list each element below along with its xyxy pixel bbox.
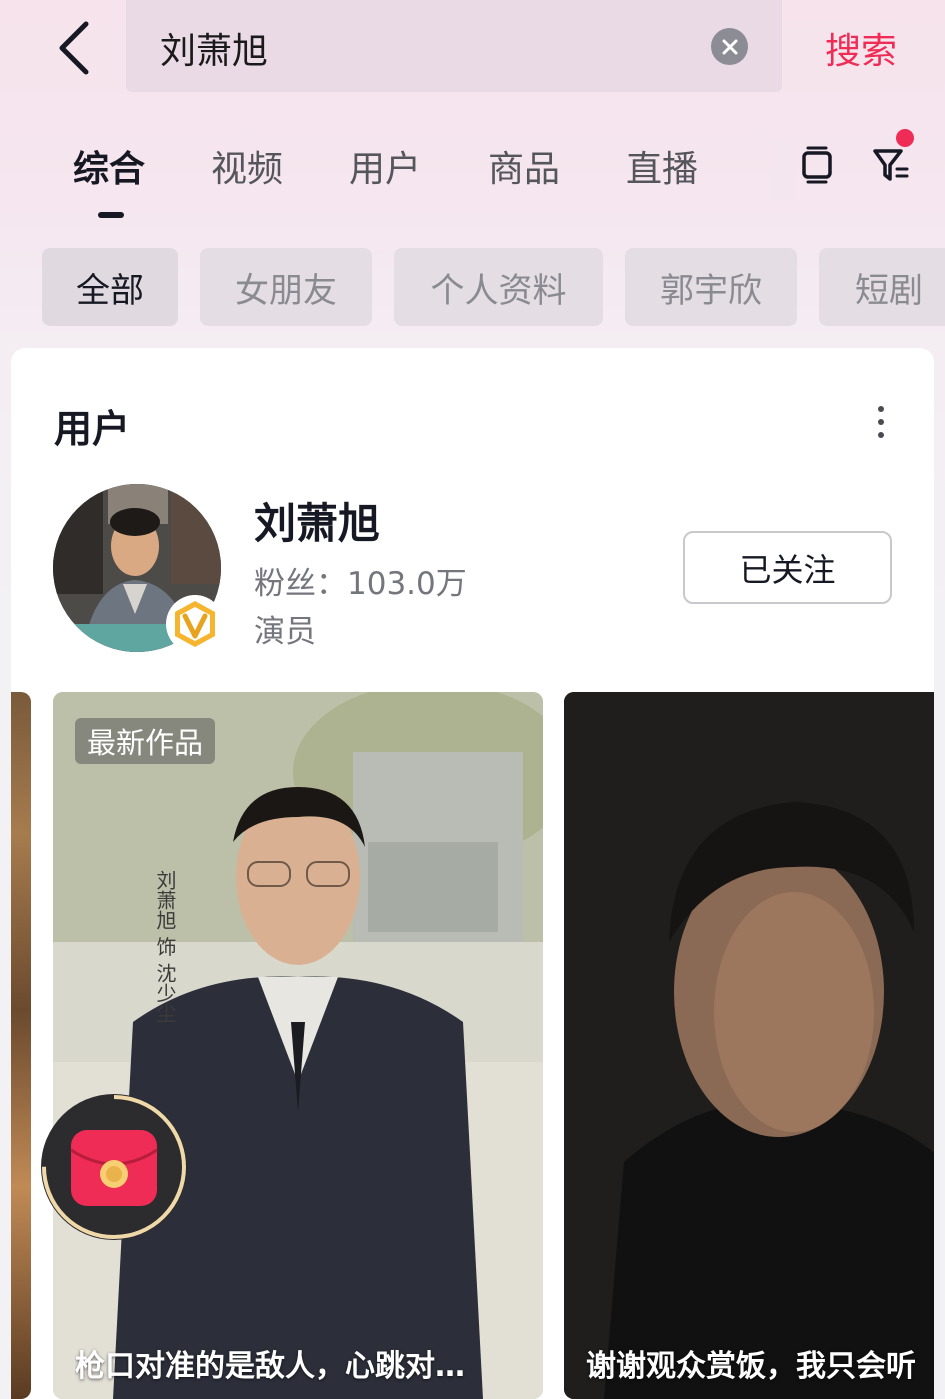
chip-guo-yuxin[interactable]: 郭宇欣 [625, 248, 797, 326]
chip-short-drama[interactable]: 短剧 [819, 248, 945, 326]
red-packet-icon [42, 1095, 186, 1239]
user-result-card: 用户 刘萧旭 粉丝：103.0万 演员 已关注 最新作品 刘萧旭 饰 沈少尘 枪… [11, 348, 934, 1399]
video-thumbnail-peek[interactable] [11, 692, 31, 1399]
tab-comprehensive[interactable]: 综合 [73, 140, 145, 192]
fans-count: 粉丝：103.0万 [254, 566, 467, 602]
tab-video[interactable]: 视频 [211, 140, 283, 192]
filter-chips: 全部 女朋友 个人资料 郭宇欣 短剧 [0, 248, 945, 326]
clear-button[interactable] [711, 28, 748, 65]
user-role: 演员 [254, 614, 316, 650]
verified-v-icon [175, 601, 215, 647]
top-bar: 刘萧旭 搜索 [0, 0, 945, 95]
chip-profile[interactable]: 个人资料 [394, 248, 603, 326]
section-title: 用户 [54, 407, 131, 451]
result-tabs: 综合 视频 用户 商品 直播 [0, 130, 945, 220]
clear-icon [722, 39, 737, 54]
follow-button[interactable]: 已关注 [683, 531, 892, 604]
video-caption: 枪口对准的是敌人，心跳对… [75, 1349, 465, 1384]
chip-girlfriend[interactable]: 女朋友 [200, 248, 372, 326]
back-arrow-icon [59, 21, 89, 75]
verified-badge [166, 595, 224, 653]
search-input[interactable]: 刘萧旭 [126, 0, 782, 92]
filter-notification-dot [896, 129, 914, 147]
back-button[interactable] [44, 18, 104, 78]
more-button[interactable] [866, 400, 896, 444]
filter-icon [873, 149, 909, 181]
list-icon [802, 146, 832, 184]
tab-user[interactable]: 用户 [349, 140, 421, 192]
chip-all[interactable]: 全部 [42, 248, 178, 326]
video-carousel: 最新作品 刘萧旭 饰 沈少尘 枪口对准的是敌人，心跳对… 谢谢观众赏饭，我只会听 [11, 692, 934, 1399]
more-icon [878, 406, 884, 412]
tab-live[interactable]: 直播 [626, 140, 698, 192]
search-button[interactable]: 搜索 [825, 22, 897, 74]
more-icon-dot [878, 419, 884, 425]
search-query[interactable]: 刘萧旭 [160, 22, 268, 74]
video-thumbnail [53, 692, 543, 1399]
video-overlay-text: 刘萧旭 饰 沈少尘 [153, 870, 177, 1023]
video-thumbnail [564, 692, 934, 1399]
user-name[interactable]: 刘萧旭 [254, 490, 380, 551]
latest-badge: 最新作品 [75, 718, 216, 764]
video-caption: 谢谢观众赏饭，我只会听 [586, 1349, 916, 1384]
more-icon-dot [878, 432, 884, 438]
tab-overflow-fade [755, 140, 795, 200]
red-packet-button[interactable] [41, 1094, 187, 1240]
list-view-button[interactable] [792, 140, 842, 190]
filter-button[interactable] [866, 140, 916, 190]
tab-goods[interactable]: 商品 [488, 140, 560, 192]
video-card-latest[interactable]: 最新作品 刘萧旭 饰 沈少尘 枪口对准的是敌人，心跳对… [53, 692, 543, 1399]
tab-active-indicator [98, 212, 124, 218]
video-card[interactable]: 谢谢观众赏饭，我只会听 [564, 692, 934, 1399]
